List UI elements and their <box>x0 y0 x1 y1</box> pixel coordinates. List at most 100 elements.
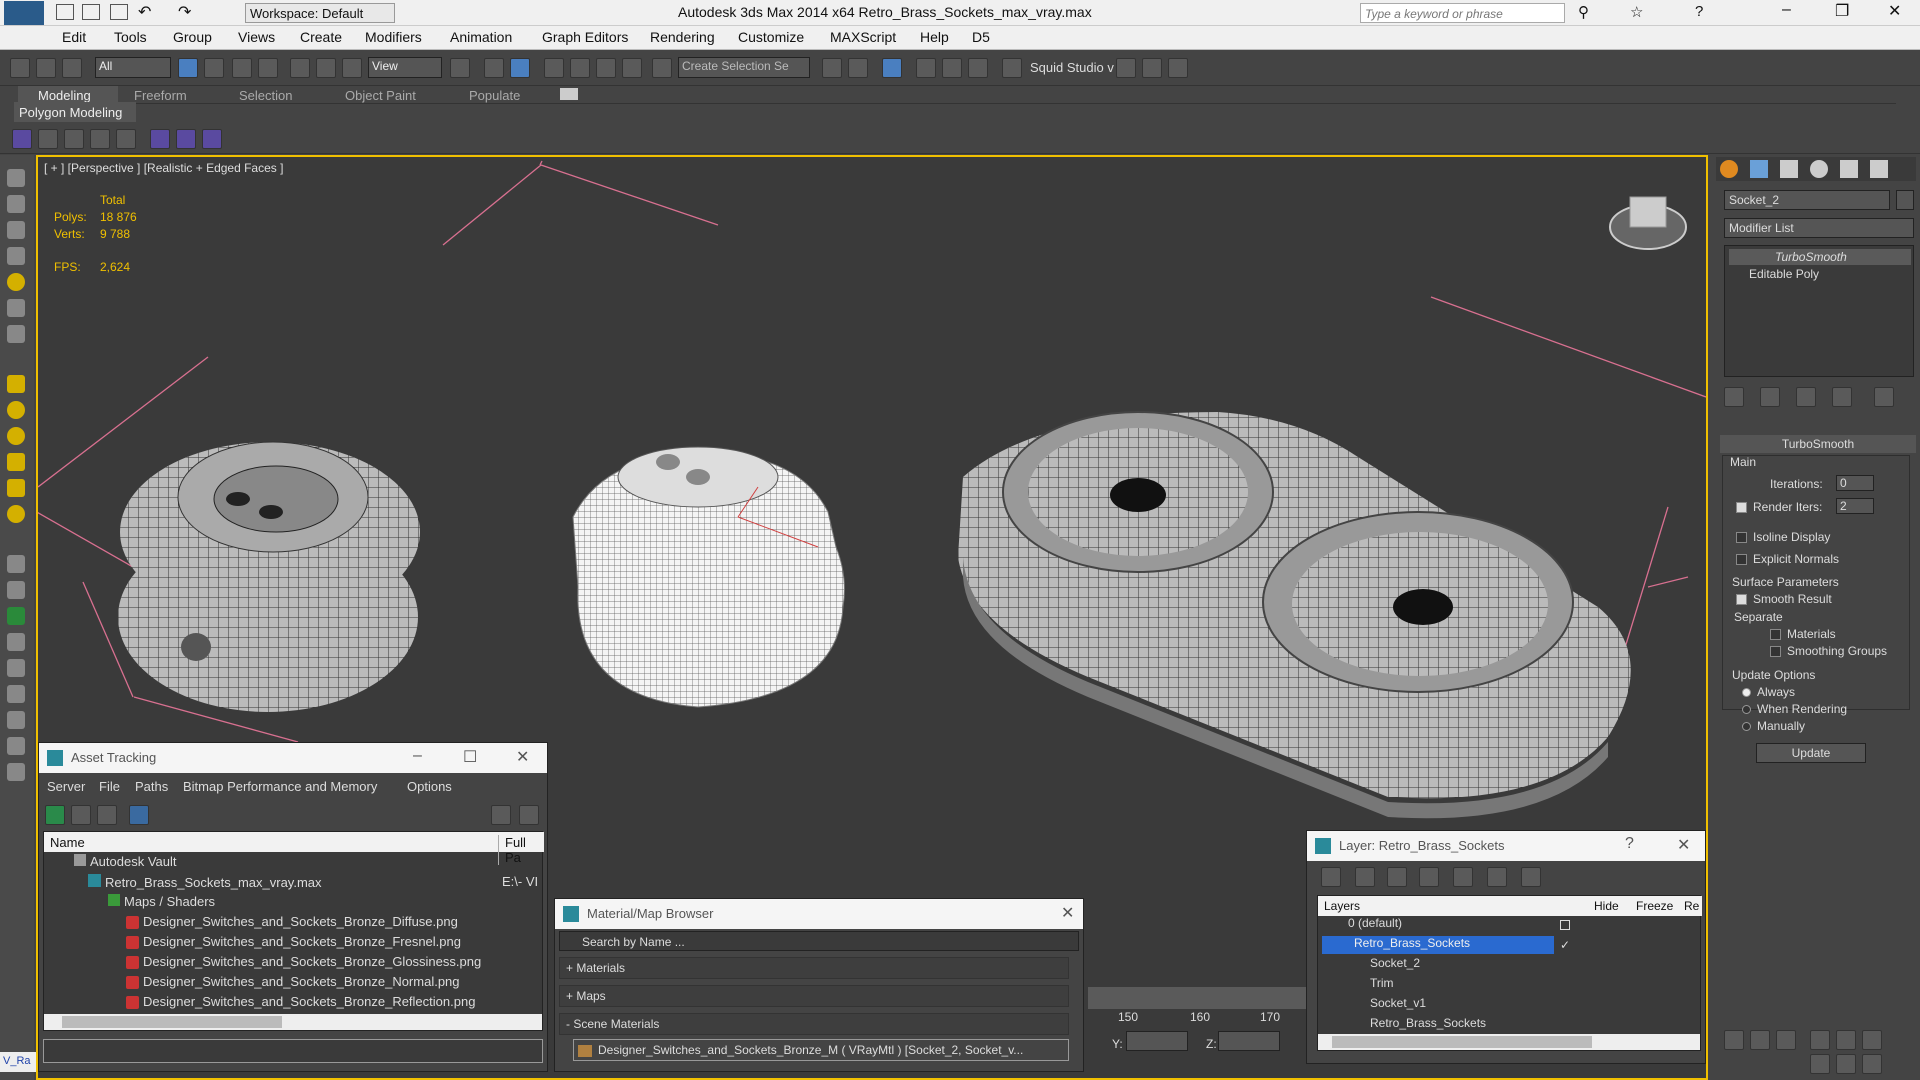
motion-tab-icon[interactable] <box>1810 160 1828 178</box>
selection-filter-dropdown[interactable]: All <box>95 57 171 78</box>
rollout-turbosmooth[interactable]: TurboSmooth <box>1720 435 1916 453</box>
when-rendering-row[interactable]: When Rendering <box>1742 702 1847 716</box>
modify-tab-icon[interactable] <box>1750 160 1768 178</box>
viewport-icon-2[interactable] <box>38 129 58 149</box>
stack-item-turbosmooth[interactable]: TurboSmooth <box>1729 249 1911 265</box>
minimize-icon[interactable]: – <box>1782 1 1791 19</box>
new-layer-icon[interactable] <box>1321 867 1341 887</box>
render-production-icon[interactable] <box>1142 58 1162 78</box>
pin-stack-icon[interactable] <box>1724 387 1744 407</box>
hierarchy-tab-icon[interactable] <box>1780 160 1798 178</box>
new-file-icon[interactable] <box>56 4 74 20</box>
group-scene-materials[interactable]: - Scene Materials <box>559 1013 1069 1035</box>
teapot-render-icon[interactable] <box>1168 58 1188 78</box>
tab-freeform[interactable]: Freeform <box>134 88 187 103</box>
create-tab-icon[interactable] <box>1720 160 1738 178</box>
asset-menu-server[interactable]: Server <box>47 779 85 794</box>
percent-snap-icon[interactable] <box>596 58 616 78</box>
always-row[interactable]: Always <box>1742 685 1795 699</box>
col-freeze[interactable]: Freeze <box>1636 899 1673 913</box>
pan-icon[interactable] <box>1810 1054 1830 1074</box>
redo-icon[interactable]: ↷ <box>178 2 191 22</box>
menu-customize[interactable]: Customize <box>738 29 804 45</box>
select-objects-icon[interactable] <box>1419 867 1439 887</box>
menu-create[interactable]: Create <box>300 29 342 45</box>
current-layer-checkbox[interactable] <box>1560 920 1570 930</box>
list-item[interactable]: Designer_Switches_and_Sockets_Bronze_Glo… <box>126 954 481 970</box>
close-icon[interactable]: ✕ <box>1677 835 1690 855</box>
keyboard-shortcut-icon[interactable] <box>510 58 530 78</box>
scrollbar-thumb[interactable] <box>1332 1036 1592 1048</box>
always-radio[interactable] <box>1742 688 1751 698</box>
tool-icon-16[interactable] <box>7 607 25 625</box>
tool-icon-14[interactable] <box>7 555 25 573</box>
coord-y-field[interactable] <box>1126 1031 1188 1051</box>
edit-named-selection-icon[interactable] <box>652 58 672 78</box>
rotate-icon[interactable] <box>316 58 336 78</box>
tool-icon-6[interactable] <box>7 299 25 317</box>
menu-modifiers[interactable]: Modifiers <box>365 29 422 45</box>
snaps-toggle-icon[interactable] <box>544 58 564 78</box>
keyword-search-input[interactable]: Type a keyword or phrase <box>1360 3 1565 23</box>
table-row[interactable]: Trim <box>1370 976 1394 990</box>
binoculars-icon[interactable]: ⚲ <box>1578 3 1589 21</box>
materials-checkbox[interactable] <box>1770 629 1781 641</box>
layer-titlebar[interactable]: Layer: Retro_Brass_Sockets ? ✕ <box>1307 831 1705 861</box>
help-icon[interactable] <box>491 805 511 825</box>
viewport-icon-1[interactable] <box>12 129 32 149</box>
bind-icon[interactable] <box>62 58 82 78</box>
select-by-name-icon[interactable] <box>204 58 224 78</box>
menu-views[interactable]: Views <box>238 29 275 45</box>
menu-d5[interactable]: D5 <box>972 29 990 45</box>
pivot-icon[interactable] <box>450 58 470 78</box>
horizontal-scrollbar[interactable] <box>44 1014 542 1030</box>
display-tab-icon[interactable] <box>1840 160 1858 178</box>
next-frame-icon[interactable] <box>1750 1030 1770 1050</box>
close-icon[interactable]: ✕ <box>516 747 529 767</box>
select-object-icon[interactable] <box>178 58 198 78</box>
menu-animation[interactable]: Animation <box>450 29 512 45</box>
close-icon[interactable]: ✕ <box>1888 1 1901 21</box>
manually-row[interactable]: Manually <box>1742 719 1805 733</box>
help-icon[interactable]: ? <box>1695 3 1703 20</box>
col-render[interactable]: Re <box>1684 899 1699 913</box>
table-row[interactable]: 0 (default) <box>1348 916 1402 930</box>
iterations-spinner[interactable]: 0 <box>1836 475 1874 491</box>
smooth-result-row[interactable]: Smooth Result <box>1736 592 1832 606</box>
reference-coord-dropdown[interactable]: View <box>368 57 442 78</box>
tool-icon-3[interactable] <box>7 221 25 239</box>
explicit-normals-row[interactable]: Explicit Normals <box>1736 552 1839 566</box>
smoothing-groups-checkbox[interactable] <box>1770 646 1781 658</box>
scrollbar-thumb[interactable] <box>62 1016 282 1028</box>
smooth-result-checkbox[interactable] <box>1736 594 1747 606</box>
tool-icon-19[interactable] <box>7 685 25 703</box>
freeze-all-icon[interactable] <box>1521 867 1541 887</box>
object-color-swatch[interactable] <box>1896 190 1914 210</box>
tab-selection[interactable]: Selection <box>239 88 292 103</box>
scene-material-item[interactable]: Designer_Switches_and_Sockets_Bronze_M (… <box>573 1039 1069 1061</box>
help-icon[interactable]: ? <box>1625 835 1634 853</box>
explicit-normals-checkbox[interactable] <box>1736 554 1747 566</box>
list-item[interactable]: Designer_Switches_and_Sockets_Bronze_Ref… <box>126 994 475 1010</box>
menu-help[interactable]: Help <box>920 29 949 45</box>
tool-icon-sphere[interactable] <box>7 273 25 291</box>
materials-row[interactable]: Materials <box>1770 627 1836 641</box>
thumbnail-view-icon[interactable] <box>97 805 117 825</box>
coord-z-field[interactable] <box>1218 1031 1280 1051</box>
link-icon[interactable] <box>10 58 30 78</box>
group-materials[interactable]: + Materials <box>559 957 1069 979</box>
window-crossing-icon[interactable] <box>258 58 278 78</box>
angle-snap-icon[interactable] <box>570 58 590 78</box>
settings-icon[interactable] <box>519 805 539 825</box>
asset-menu-file[interactable]: File <box>99 779 120 794</box>
viewport-icon-3[interactable] <box>64 129 84 149</box>
tool-icon-21[interactable] <box>7 737 25 755</box>
tool-icon-15[interactable] <box>7 581 25 599</box>
object-name-field[interactable]: Socket_2 <box>1724 190 1890 210</box>
render-iters-checkbox[interactable] <box>1736 502 1747 514</box>
render-setup-icon[interactable] <box>1002 58 1022 78</box>
maxscript-listener[interactable]: V_Ra <box>0 1052 36 1072</box>
list-view-icon[interactable] <box>71 805 91 825</box>
refresh-icon[interactable] <box>45 805 65 825</box>
active-layer-check-icon[interactable]: ✓ <box>1560 938 1570 952</box>
